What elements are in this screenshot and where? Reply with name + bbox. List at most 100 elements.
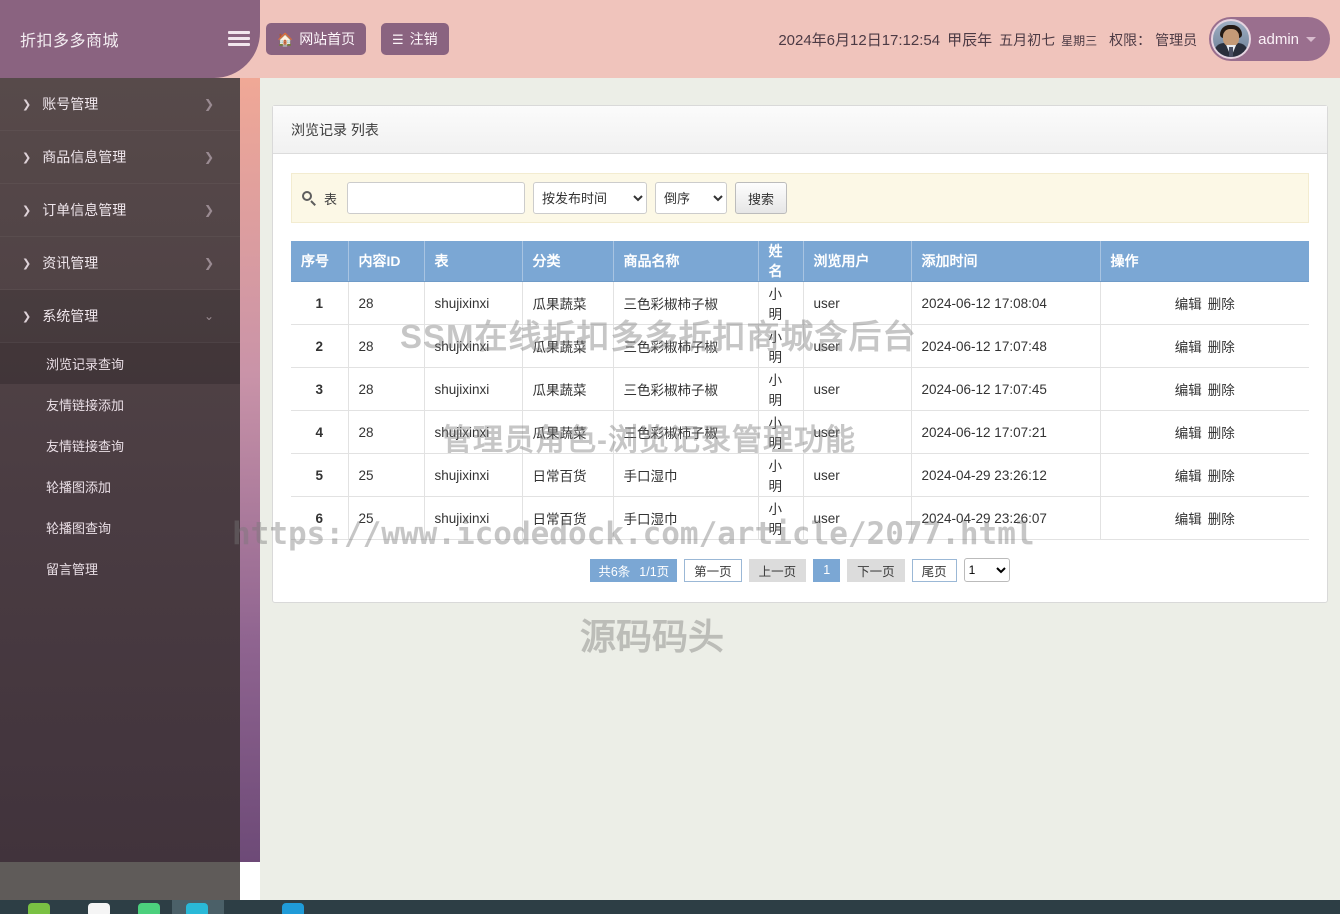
- chevron-right-icon: ❯: [203, 97, 214, 111]
- cell-category: 日常百货: [522, 453, 614, 497]
- column-header-product[interactable]: 商品名称: [613, 241, 759, 282]
- sidebar-item-label: 友情链接添加: [46, 398, 125, 413]
- chevron-right-icon: ❯: [22, 310, 32, 323]
- brand-block: 折扣多多商城: [0, 0, 260, 78]
- pagination-last-button[interactable]: 尾页: [911, 558, 957, 582]
- logout-button[interactable]: ☰ 注销: [381, 23, 449, 55]
- sort-field-select[interactable]: 按发布时间: [533, 182, 648, 214]
- cell-table: shujixinxi: [424, 410, 523, 454]
- delete-link[interactable]: 删除: [1208, 383, 1235, 398]
- cell-added-time: 2024-06-12 17:07:21: [911, 410, 1101, 454]
- cell-product: 三色彩椒柿子椒: [613, 281, 759, 325]
- cell-viewer: user: [803, 281, 912, 325]
- cell-category: 瓜果蔬菜: [522, 324, 614, 368]
- sidebar-group-order[interactable]: ❯ 订单信息管理 ❯: [0, 184, 240, 237]
- sidebar-group-system[interactable]: ❯ 系统管理 ⌄: [0, 290, 240, 343]
- lunar-date: 五月初七: [999, 31, 1056, 48]
- cell-table: shujixinxi: [424, 281, 523, 325]
- edit-link[interactable]: 编辑: [1175, 512, 1202, 527]
- taskbar-icon-browser[interactable]: [186, 903, 208, 914]
- cell-table: shujixinxi: [424, 496, 523, 540]
- column-header-category[interactable]: 分类: [522, 241, 614, 282]
- user-menu[interactable]: admin: [1209, 17, 1330, 61]
- cell-added-time: 2024-06-12 17:07:45: [911, 367, 1101, 411]
- cell-content-id: 28: [348, 281, 425, 325]
- pagination-page-indicator: 1/1页: [639, 564, 670, 579]
- sidebar-item-browse-records[interactable]: 浏览记录查询: [0, 343, 240, 384]
- sidebar-item-link-query[interactable]: 友情链接查询: [0, 425, 240, 466]
- sidebar-footer-edge: [240, 862, 260, 900]
- cell-product: 三色彩椒柿子椒: [613, 367, 759, 411]
- taskbar-icon-music[interactable]: [138, 903, 160, 914]
- hamburger-icon[interactable]: [228, 27, 250, 49]
- chevron-right-icon: ❯: [22, 151, 32, 164]
- sidebar-item-carousel-add[interactable]: 轮播图添加: [0, 466, 240, 507]
- cell-viewer: user: [803, 410, 912, 454]
- cell-index: 2: [291, 324, 349, 368]
- taskbar-icon-files[interactable]: [28, 903, 50, 914]
- sidebar-item-carousel-query[interactable]: 轮播图查询: [0, 507, 240, 548]
- sidebar-group-label: 商品信息管理: [42, 149, 127, 165]
- edit-link[interactable]: 编辑: [1175, 383, 1202, 398]
- cell-index: 3: [291, 367, 349, 411]
- delete-link[interactable]: 删除: [1208, 469, 1235, 484]
- pagination-page-1-button[interactable]: 1: [813, 558, 841, 582]
- site-home-button[interactable]: 🏠 网站首页: [266, 23, 367, 55]
- cell-actions: 编辑 删除: [1100, 410, 1309, 454]
- cell-product: 三色彩椒柿子椒: [613, 410, 759, 454]
- pagination-first-button[interactable]: 第一页: [684, 558, 742, 582]
- column-header-index[interactable]: 序号: [291, 241, 349, 282]
- cell-index: 1: [291, 281, 349, 325]
- edit-link[interactable]: 编辑: [1175, 297, 1202, 312]
- taskbar-icon-editor[interactable]: [282, 903, 304, 914]
- column-header-actions[interactable]: 操作: [1100, 241, 1309, 282]
- pagination-jump-select[interactable]: 1: [963, 558, 1010, 582]
- sidebar-item-message-manage[interactable]: 留言管理: [0, 548, 240, 589]
- cell-actions: 编辑 删除: [1100, 367, 1309, 411]
- sidebar-group-news[interactable]: ❯ 资讯管理 ❯: [0, 237, 240, 290]
- taskbar-icon-camera[interactable]: [88, 903, 110, 914]
- table-row: 3 28 shujixinxi 瓜果蔬菜 三色彩椒柿子椒 小明 user 2024-06-12…: [291, 367, 1309, 411]
- cell-content-id: 28: [348, 324, 425, 368]
- top-header: 折扣多多商城 🏠 网站首页 ☰ 注销 2024年6月12日17:12:54 甲辰…: [0, 0, 1340, 78]
- cell-viewer: user: [803, 496, 912, 540]
- cell-content-id: 25: [348, 453, 425, 497]
- cell-viewer: user: [803, 324, 912, 368]
- main-content: 浏览记录 列表 表 按发布时间 倒序 搜索 序号 内容ID 表 分类 商品名称 …: [260, 78, 1340, 862]
- column-header-table[interactable]: 表: [424, 241, 523, 282]
- column-header-name[interactable]: 姓名: [758, 241, 804, 282]
- column-header-viewer[interactable]: 浏览用户: [803, 241, 912, 282]
- cell-table: shujixinxi: [424, 367, 523, 411]
- chevron-right-icon: ❯: [203, 256, 214, 270]
- os-taskbar[interactable]: [0, 900, 1340, 914]
- cell-name: 小明: [758, 324, 804, 368]
- sidebar-item-link-add[interactable]: 友情链接添加: [0, 384, 240, 425]
- column-header-content-id[interactable]: 内容ID: [348, 241, 425, 282]
- chevron-right-icon: ❯: [22, 257, 32, 270]
- header-right: 2024年6月12日17:12:54 甲辰年 五月初七 星期三 权限： 管理员 …: [778, 0, 1330, 78]
- delete-link[interactable]: 删除: [1208, 512, 1235, 527]
- pagination-next-button[interactable]: 下一页: [847, 558, 905, 582]
- delete-link[interactable]: 删除: [1208, 426, 1235, 441]
- edit-link[interactable]: 编辑: [1175, 426, 1202, 441]
- cell-viewer: user: [803, 367, 912, 411]
- pagination-prev-button[interactable]: 上一页: [748, 558, 807, 582]
- table-row: 1 28 shujixinxi 瓜果蔬菜 三色彩椒柿子椒 小明 user 2024-06-12…: [291, 281, 1309, 325]
- column-header-added-time[interactable]: 添加时间: [911, 241, 1101, 282]
- sidebar-group-product[interactable]: ❯ 商品信息管理 ❯: [0, 131, 240, 184]
- role-value: 管理员: [1155, 31, 1198, 48]
- site-home-label: 网站首页: [299, 31, 356, 47]
- cell-category: 瓜果蔬菜: [522, 281, 614, 325]
- search-button[interactable]: 搜索: [735, 182, 788, 214]
- edit-link[interactable]: 编辑: [1175, 340, 1202, 355]
- delete-link[interactable]: 删除: [1208, 297, 1235, 312]
- sidebar-group-account[interactable]: ❯ 账号管理 ❯: [0, 78, 240, 131]
- search-input[interactable]: [347, 182, 526, 214]
- table-header-row: 序号 内容ID 表 分类 商品名称 姓名 浏览用户 添加时间 操作: [291, 241, 1309, 282]
- cell-category: 瓜果蔬菜: [522, 367, 614, 411]
- delete-link[interactable]: 删除: [1208, 340, 1235, 355]
- edit-link[interactable]: 编辑: [1175, 469, 1202, 484]
- sort-order-select[interactable]: 倒序: [655, 182, 728, 214]
- cell-added-time: 2024-06-12 17:08:04: [911, 281, 1101, 325]
- browse-records-table: 序号 内容ID 表 分类 商品名称 姓名 浏览用户 添加时间 操作 1 28 shu…: [291, 241, 1309, 540]
